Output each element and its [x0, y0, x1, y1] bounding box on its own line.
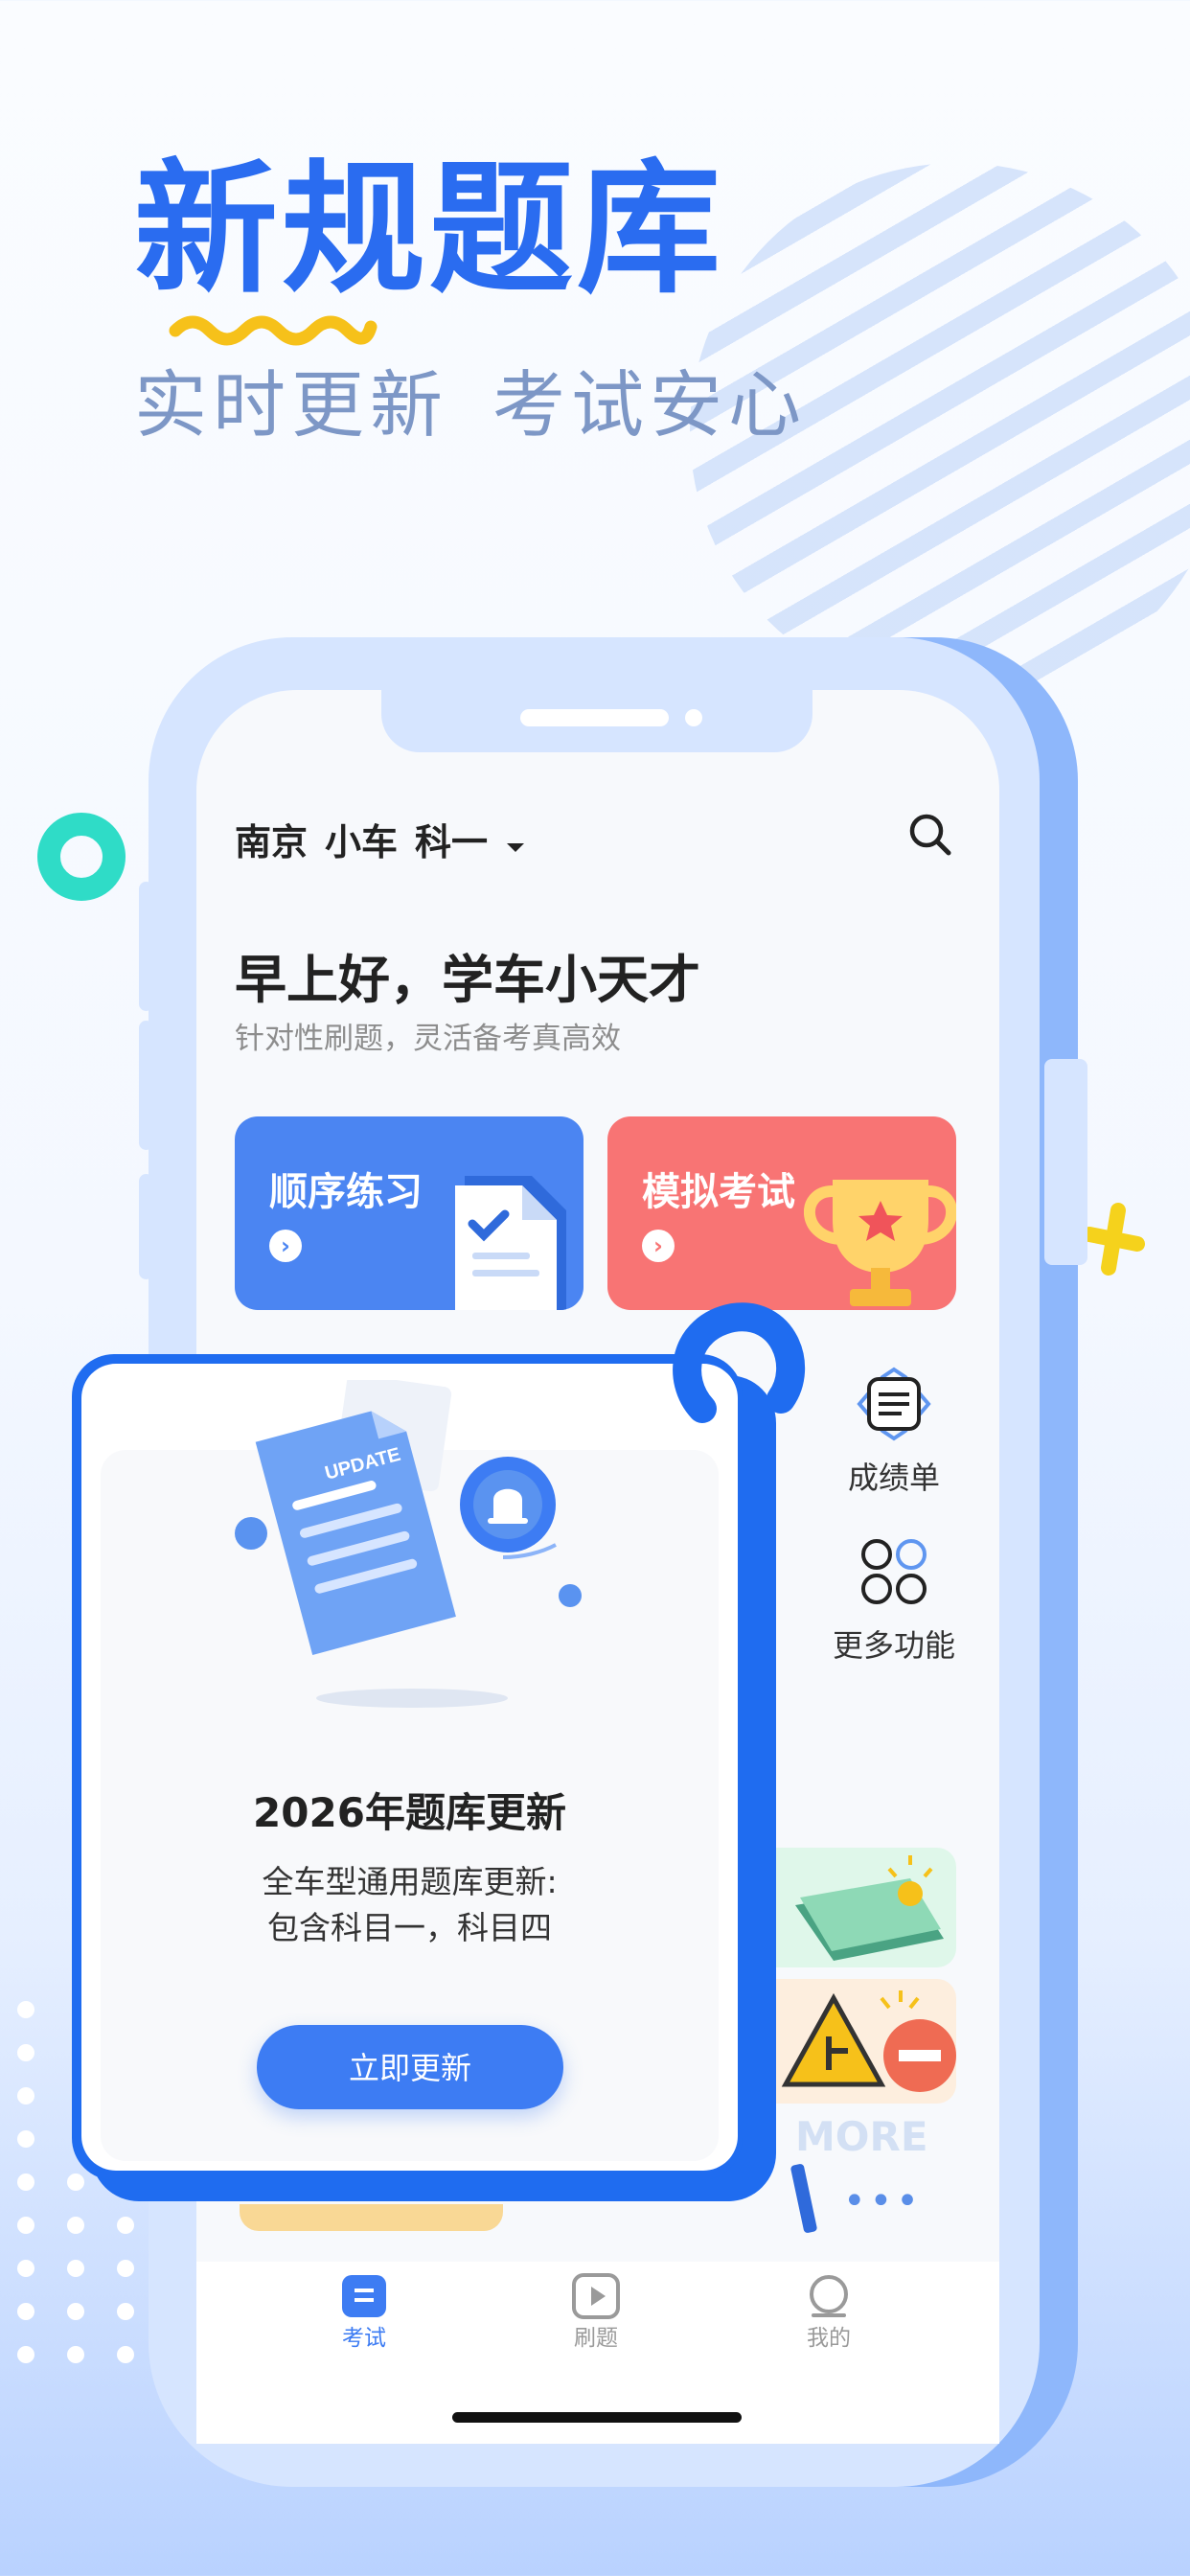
tab-label: 刷题: [574, 2326, 618, 2351]
banner-partial: [240, 2204, 503, 2231]
mock-exam-card[interactable]: 模拟考试 ›: [607, 1116, 956, 1310]
exam-icon: [342, 2275, 386, 2317]
modal-desc-line-2: 包含科目一，科目四: [267, 1909, 552, 1946]
update-now-button[interactable]: 立即更新: [257, 2025, 563, 2109]
phone-volume-button: [139, 1174, 153, 1279]
sequential-practice-card[interactable]: 顺序练习 ›: [235, 1116, 584, 1310]
card-label: 顺序练习: [269, 1170, 423, 1214]
more-functions-icon[interactable]: [856, 1533, 932, 1610]
greeting-title: 早上好，学车小天才: [235, 950, 700, 1010]
tab-mine[interactable]: 我的: [790, 2271, 867, 2352]
ellipsis-icon[interactable]: •••: [843, 2179, 923, 2223]
city-label: 南京: [235, 821, 309, 863]
banner-study-tile[interactable]: [776, 1848, 956, 1967]
document-check-icon: [455, 1176, 566, 1310]
phone-side-button: [1044, 1059, 1087, 1265]
phone-camera: [685, 709, 702, 726]
location-selector[interactable]: 南京 小车 科一: [235, 813, 526, 865]
hero-subtitle-1: 实时更新: [134, 362, 448, 448]
modal-title: 2026年题库更新: [253, 1789, 566, 1836]
search-icon[interactable]: [908, 813, 952, 857]
report-card-icon[interactable]: [856, 1366, 932, 1442]
banner-traffic-tile[interactable]: [776, 1979, 956, 2104]
arrow-right-icon: ›: [642, 1230, 675, 1262]
modal-ring-hook: [673, 1302, 805, 1423]
traffic-sign-icon: [781, 1990, 956, 2092]
tab-label: 考试: [342, 2326, 386, 2351]
modal-description: 全车型通用题库更新: 包含科目一，科目四: [101, 1859, 719, 1951]
home-indicator: [452, 2412, 742, 2423]
more-banner-text: MORE: [795, 2113, 928, 2160]
phone-speaker: [520, 709, 669, 726]
tab-exam[interactable]: 考试: [326, 2271, 402, 2352]
subject-label: 科一: [415, 821, 489, 863]
trophy-icon: [804, 1180, 956, 1306]
hero-subtitle: 实时更新 考试安心: [134, 369, 851, 442]
vehicle-label: 小车: [325, 821, 399, 863]
ring-decoration: [37, 813, 126, 901]
function-label-more[interactable]: 更多功能: [817, 1622, 971, 1666]
hero-subtitle-2: 考试安心: [492, 362, 807, 448]
tab-label: 我的: [807, 2326, 851, 2351]
play-icon: [572, 2273, 620, 2319]
tab-practice[interactable]: 刷题: [558, 2271, 634, 2352]
book-lightbulb-icon: [795, 1855, 944, 1961]
function-label-report[interactable]: 成绩单: [817, 1454, 971, 1498]
profile-icon: [810, 2275, 848, 2317]
hero-title: 新规题库: [134, 147, 725, 313]
greeting-subtitle: 针对性刷题，灵活备考真高效: [235, 1022, 621, 1056]
card-label: 模拟考试: [642, 1170, 795, 1214]
phone-volume-button: [139, 1021, 153, 1150]
wavy-underline: [169, 315, 378, 346]
modal-desc-line-1: 全车型通用题库更新:: [262, 1863, 558, 1900]
phone-volume-button: [139, 882, 153, 1011]
arrow-right-icon: ›: [269, 1230, 302, 1262]
caret-down-icon: [507, 843, 525, 852]
update-document-illustration: UPDATE: [235, 1380, 582, 1708]
